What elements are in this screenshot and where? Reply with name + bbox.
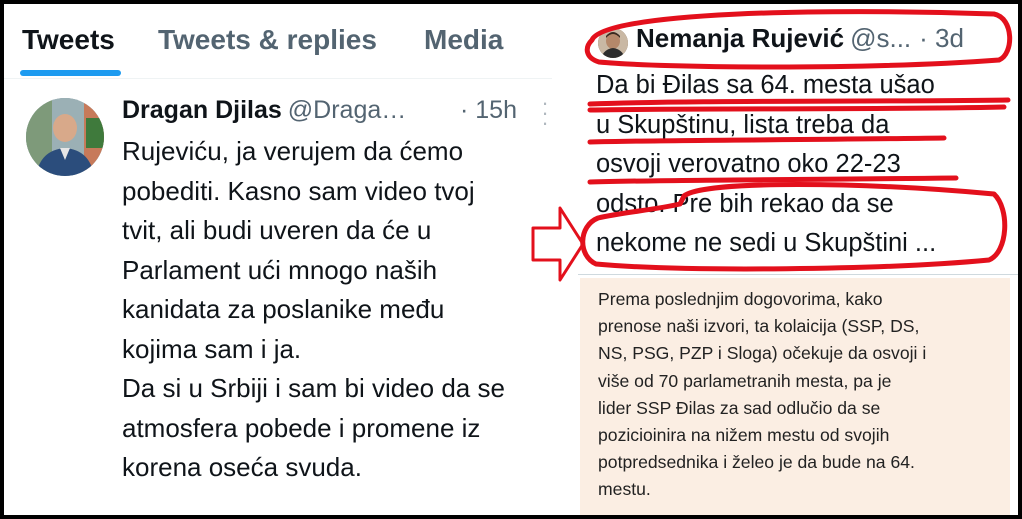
author-handle[interactable]: @Draga…: [288, 96, 406, 124]
tweet-line: Da bi Đilas sa 64. mesta ušao: [596, 71, 935, 99]
tweet-text: Rujeviću, ja verujem da ćemo pobediti. K…: [122, 132, 552, 488]
tweet-line: tvit, ali budi uveren da će u: [122, 215, 432, 245]
tweet-line: osvoji verovatno oko 22-23: [596, 150, 901, 178]
author-handle[interactable]: @s...: [850, 23, 911, 53]
article-line: Prema poslednjim dogovorima, kako: [598, 289, 883, 309]
tweet-timestamp[interactable]: · 3d: [919, 23, 964, 53]
tweet-line: Da si u Srbiji i sam bi video da se: [122, 373, 505, 403]
tweet-line: Parlament ući mnogo naših: [122, 254, 438, 285]
tweet-line: pobediti. Kasno sam video tvoj: [122, 175, 475, 206]
avatar[interactable]: [26, 98, 104, 176]
tweet-line: odsto. Pre bih rekao da se: [596, 189, 894, 218]
tweet-line: u Skupštinu, lista treba da: [596, 110, 890, 139]
card-divider: [578, 274, 1018, 275]
quoted-tweet-header: Nemanja Rujević @s... · 3d: [636, 23, 964, 54]
active-tab-indicator: [20, 70, 121, 76]
vertical-ellipsis-icon[interactable]: · · ·: [540, 92, 550, 134]
article-line: lider SSP Đilas za sad odlučio da se: [598, 397, 881, 418]
tab-tweets[interactable]: Tweets: [22, 24, 115, 56]
tweet-line: kojima sam i ja.: [122, 333, 302, 364]
author-name[interactable]: Dragan Djilas: [122, 96, 282, 124]
article-line: prenose naši izvori, ta kolaicija (SSP, …: [598, 316, 920, 337]
article-line: mestu.: [598, 479, 651, 500]
tweet-line: nekome ne sedi u Skupštini ...: [596, 229, 937, 257]
quoted-tweet-text[interactable]: Da bi Đilas sa 64. mesta ušao u Skupštin…: [596, 66, 1006, 264]
author-name[interactable]: Nemanja Rujević: [636, 23, 844, 53]
article-text: Prema poslednjim dogovorima, kako prenos…: [598, 286, 998, 504]
tweet-line: kanidata za poslanike među: [122, 294, 445, 324]
tweet-line: atmosfera pobede i promene iz: [122, 412, 481, 443]
article-excerpt: Prema poslednjim dogovorima, kako prenos…: [580, 278, 1010, 515]
quoted-tweet-panel: Nemanja Rujević @s... · 3d Da bi Đilas sa …: [572, 4, 1018, 515]
article-line: pozicioinira na nižem mestu od svojih: [598, 425, 890, 446]
profile-tabs: Tweets Tweets & replies Media: [4, 4, 564, 78]
annotation-arrow-icon: [531, 206, 585, 282]
profile-timeline-panel: Tweets Tweets & replies Media Dragan Dji…: [4, 4, 564, 515]
profile-photo: [598, 28, 628, 58]
tweet-timestamp[interactable]: · 15h: [460, 96, 517, 125]
tab-tweets-replies[interactable]: Tweets & replies: [158, 24, 377, 56]
tweet-header: Dragan Djilas @Draga… · 15h · · ·: [122, 92, 552, 134]
screenshot-frame: Tweets Tweets & replies Media Dragan Dji…: [0, 0, 1022, 519]
avatar[interactable]: [598, 28, 628, 58]
article-line: NS, PSG, PZP i Sloga) očekuje da osvoji …: [598, 343, 927, 364]
tweet-line: korena oseća svuda.: [122, 452, 362, 482]
article-line: više od 70 parlametranih mesta, pa je: [598, 370, 892, 391]
tweet-line: Rujeviću, ja verujem da ćemo: [122, 136, 464, 166]
article-line: potpredsednika i želeo je da bude na 64.: [598, 452, 915, 473]
tab-media[interactable]: Media: [424, 24, 503, 56]
tabs-divider: [4, 78, 552, 79]
profile-photo: [26, 98, 104, 176]
